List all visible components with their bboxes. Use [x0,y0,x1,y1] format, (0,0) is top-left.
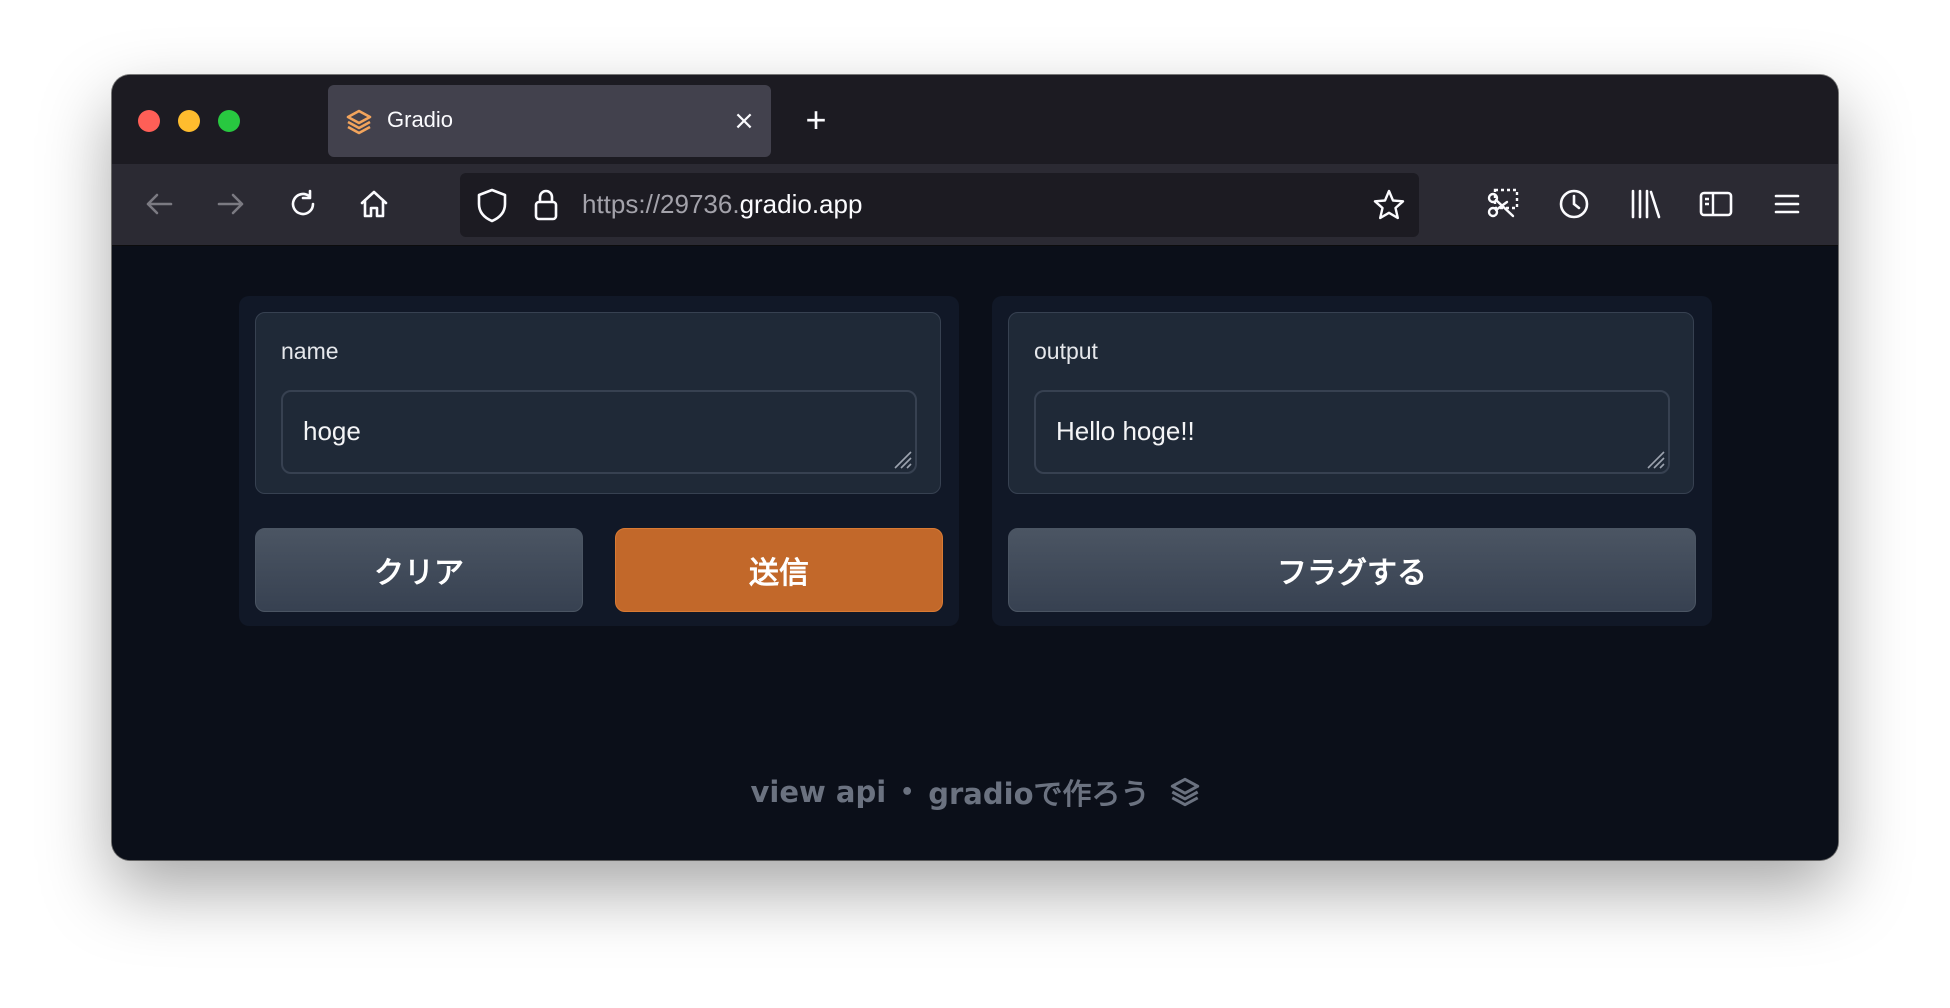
home-button[interactable] [354,184,394,224]
gradio-logo-icon [1170,777,1199,807]
screenshot-icon [1487,188,1519,218]
lock-icon[interactable] [532,188,560,226]
name-input-value: hoge [303,416,361,446]
back-arrow-icon [146,193,173,215]
tab-bar: Gradio × + [112,75,1838,164]
sidebar-icon [1699,191,1733,217]
name-label: name [281,338,339,364]
close-window-button[interactable] [138,110,160,132]
library-button[interactable] [1625,184,1665,224]
forward-arrow-icon [217,193,244,215]
bookmark-star-icon[interactable] [1372,188,1406,226]
minimize-window-button[interactable] [178,110,200,132]
new-tab-button[interactable]: + [798,102,834,139]
output-value: Hello hoge!! [1056,416,1195,446]
close-tab-icon[interactable]: × [730,107,758,135]
gradio-logo-icon [346,109,372,135]
output-panel: output Hello hoge!! フラグする [992,296,1712,626]
tab-title: Gradio [387,107,454,132]
view-api-link[interactable]: view api [751,775,887,809]
home-icon [360,190,388,218]
sidebar-toggle-button[interactable] [1696,184,1736,224]
shield-icon[interactable] [475,187,509,227]
address-bar[interactable]: https://29736.gradio.app [460,173,1419,237]
forward-button[interactable] [211,184,251,224]
navigation-bar: https://29736.gradio.app [112,164,1838,246]
screenshot-button[interactable] [1483,184,1523,224]
menu-button[interactable] [1767,184,1807,224]
flag-button[interactable]: フラグする [1008,528,1696,612]
back-button[interactable] [139,184,179,224]
library-icon [1631,189,1661,219]
browser-window: Gradio × + https://29736.gradio.app name… [112,75,1838,860]
clear-button[interactable]: クリア [255,528,583,612]
resize-handle-icon[interactable] [889,446,913,470]
name-input[interactable]: hoge [281,390,917,474]
output-textbox-block: output Hello hoge!! [1008,312,1694,494]
output-textbox[interactable]: Hello hoge!! [1034,390,1670,474]
reload-icon [291,189,315,216]
output-label: output [1034,338,1098,364]
url-text[interactable]: https://29736.gradio.app [582,189,862,220]
footer: view api • gradioで作ろう [112,771,1838,813]
resize-handle-icon[interactable] [1642,446,1666,470]
clock-icon [1559,189,1589,219]
reload-button[interactable] [283,184,323,224]
input-panel: name hoge クリア 送信 [239,296,959,626]
maximize-window-button[interactable] [218,110,240,132]
built-with-gradio-link[interactable]: gradioで作ろう [928,771,1149,813]
tab-gradio[interactable]: Gradio × [328,85,771,157]
gradio-app: name hoge クリア 送信 output Hello hoge!! フラグ… [112,246,1838,860]
submit-button[interactable]: 送信 [615,528,943,612]
footer-separator: • [900,779,915,805]
hamburger-menu-icon [1774,194,1800,214]
name-textbox-block: name hoge [255,312,941,494]
history-button[interactable] [1554,184,1594,224]
